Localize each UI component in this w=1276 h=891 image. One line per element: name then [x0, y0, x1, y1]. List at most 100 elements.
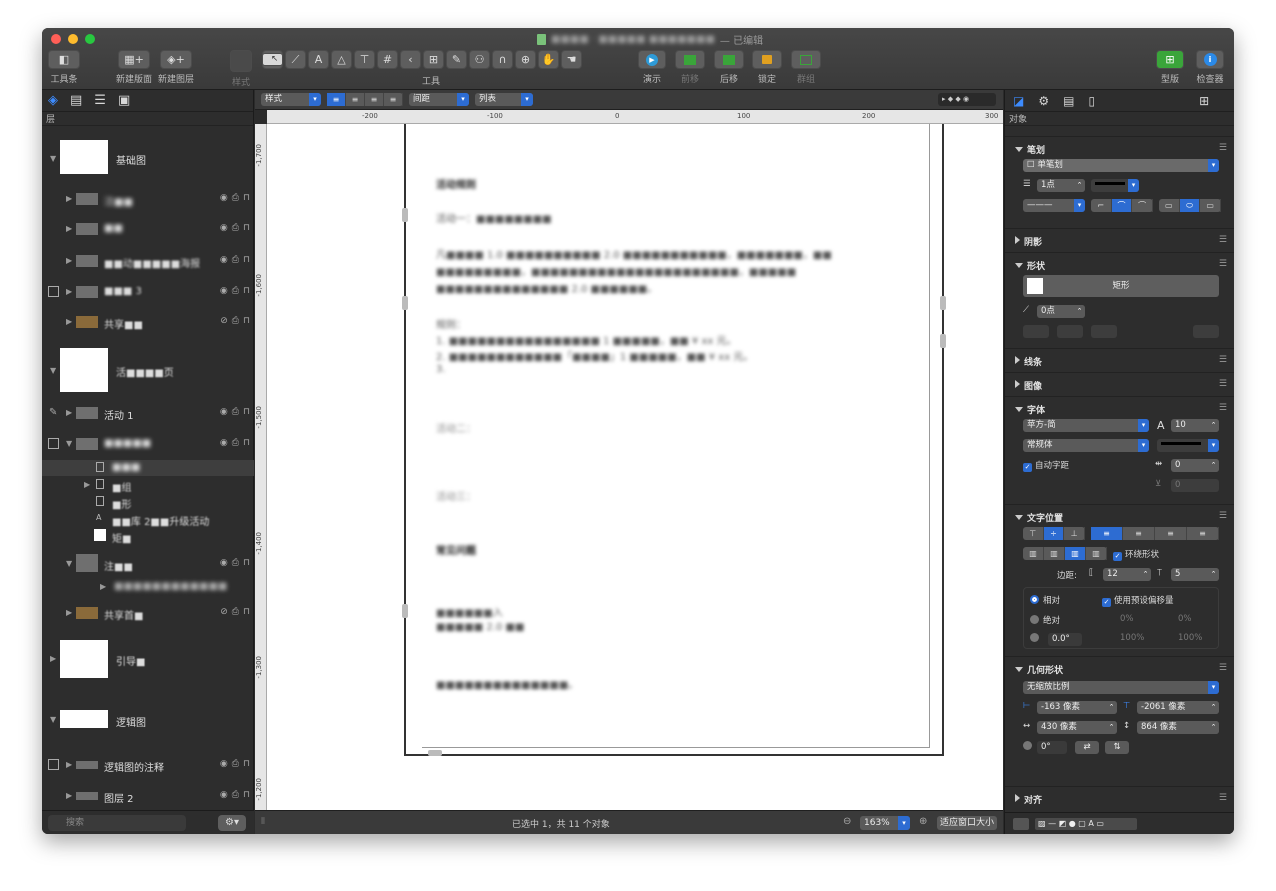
disclosure-icon[interactable]: ▶: [100, 582, 106, 591]
print-icon[interactable]: ⎙: [232, 255, 239, 265]
menu-icon[interactable]: ☰: [1219, 259, 1227, 269]
print-icon[interactable]: ⎙: [232, 316, 239, 326]
disclosure-icon[interactable]: ▶: [66, 760, 72, 769]
print-icon[interactable]: ⎙: [232, 438, 239, 448]
cap-butt-icon[interactable]: ▭: [1159, 199, 1180, 212]
section-title[interactable]: 对齐: [1015, 793, 1042, 806]
section-title[interactable]: 笔划: [1015, 143, 1045, 156]
disclosure-icon[interactable]: ▼: [50, 715, 56, 724]
visibility-icon[interactable]: ◉: [220, 438, 228, 448]
lock-button[interactable]: 锁定: [752, 50, 782, 85]
section-title[interactable]: 字体: [1015, 403, 1045, 416]
menu-icon[interactable]: ☰: [1219, 143, 1227, 153]
disclosure-icon[interactable]: ▶: [66, 256, 72, 265]
layer-row[interactable]: ▶ 共享首■ ⊘ ⎙ ⊓: [42, 602, 254, 624]
width-field[interactable]: 430 像素 ⌃: [1037, 721, 1117, 734]
layer-row[interactable]: ✎ ▶ 活动 1 ◉ ⎙ ⊓: [42, 402, 254, 424]
cap-square-icon[interactable]: ▭: [1200, 199, 1222, 212]
shape-op-button[interactable]: [1057, 325, 1083, 338]
shape-op-button[interactable]: [1023, 325, 1049, 338]
group-button[interactable]: 群组: [791, 50, 821, 85]
x-position-field[interactable]: -163 像素 ⌃: [1037, 701, 1117, 714]
print-icon[interactable]: ⎙: [232, 193, 239, 203]
stepper-icon[interactable]: ⌃: [1106, 721, 1117, 734]
lock-icon[interactable]: ⊓: [243, 558, 250, 568]
connect-icon[interactable]: ⚇: [469, 50, 490, 69]
outline-tab-icon[interactable]: ☰: [94, 93, 106, 108]
relative-radio[interactable]: 相对: [1030, 594, 1060, 606]
font-size-field[interactable]: 10 ⌃: [1171, 419, 1219, 432]
rotation-field[interactable]: 0°: [1037, 741, 1067, 754]
text-placement-segment[interactable]: ▥ ▥ ▥ ▥: [1023, 547, 1107, 560]
font-family-select[interactable]: 苹方-简 ▾: [1023, 419, 1149, 432]
disclosure-icon[interactable]: ▶: [66, 194, 72, 203]
margin-left-field[interactable]: 12 ⌃: [1103, 568, 1151, 581]
disclosure-icon[interactable]: ▼: [50, 366, 56, 375]
inspector-button[interactable]: i 检查器: [1196, 50, 1224, 85]
print-icon[interactable]: ⎙: [232, 607, 239, 617]
disclosure-icon[interactable]: ▶: [84, 480, 90, 489]
margin-top-field[interactable]: 5 ⌃: [1171, 568, 1219, 581]
height-field[interactable]: 864 像素 ⌃: [1137, 721, 1219, 734]
canvases-tab-icon[interactable]: ▤: [70, 93, 82, 108]
menu-icon[interactable]: ☰: [1219, 793, 1227, 803]
shape-op-button[interactable]: [1193, 325, 1219, 338]
lock-icon[interactable]: ⊓: [243, 223, 250, 233]
align-left-icon[interactable]: ≡: [327, 93, 346, 106]
stroke-type-select[interactable]: ☐ 单笔划 ▾: [1023, 159, 1219, 172]
font-weight-select[interactable]: 常规体 ▾: [1023, 439, 1149, 452]
selected-rectangle[interactable]: 活动规则 活动一：■■■■■■■■ 凡■■■■ 1.0 ■■■■■■■■■■ 2…: [402, 124, 946, 756]
new-layer-button[interactable]: ◈+ 新建图层: [158, 50, 194, 85]
layer-row[interactable]: ▶ 图层 2 ◉ ⎙ ⊓: [42, 785, 254, 807]
section-title[interactable]: 线条: [1015, 355, 1042, 368]
placement-icon[interactable]: ▥: [1023, 547, 1044, 560]
document-tab-icon[interactable]: ▯: [1088, 94, 1095, 108]
visibility-icon[interactable]: ◉: [220, 255, 228, 265]
pen-icon[interactable]: △: [331, 50, 352, 69]
lock-icon[interactable]: ⊓: [243, 316, 250, 326]
visibility-icon[interactable]: ◉: [220, 223, 228, 233]
split-handle-icon[interactable]: ⦀: [261, 817, 265, 827]
zoom-in-icon[interactable]: ⊕: [919, 816, 927, 827]
corner-radius-field[interactable]: 0点 ⌃: [1037, 305, 1085, 318]
placement-icon[interactable]: ▥: [1086, 547, 1107, 560]
disclosure-icon[interactable]: ▶: [50, 654, 56, 663]
corner-style-segment[interactable]: ⌐ ⌒ ⌒: [1091, 199, 1154, 212]
fit-window-button[interactable]: 适应窗口大小: [937, 816, 997, 830]
text-icon[interactable]: A: [308, 50, 329, 69]
flip-horizontal-icon[interactable]: ⇄: [1075, 741, 1099, 754]
layer-row[interactable]: ▶ 共享■■ ⊘ ⎙ ⊓: [42, 311, 254, 333]
rotation-knob[interactable]: [1023, 741, 1036, 752]
diagram-icon[interactable]: ⊤: [354, 50, 375, 69]
layer-row[interactable]: ▼ ■■■■■ ◉ ⎙ ⊓: [42, 433, 254, 455]
stepper-icon[interactable]: ⌃: [1208, 568, 1219, 581]
stepper-icon[interactable]: ⌃: [1106, 701, 1117, 714]
horizontal-align-segment[interactable]: ≡ ≡ ≡ ≡: [1091, 527, 1219, 540]
brush-icon[interactable]: ✎: [446, 50, 467, 69]
properties-tab-icon[interactable]: ⚙: [1038, 94, 1049, 108]
placement-icon[interactable]: ▥: [1065, 547, 1086, 560]
object-row[interactable]: 矩■: [42, 528, 254, 545]
object-row[interactable]: ▶ ■■■■■■■■■■■■: [42, 579, 254, 595]
align-right-icon[interactable]: ≡: [365, 93, 384, 106]
hierarchy-icon[interactable]: ⊞: [423, 50, 444, 69]
canvas-row[interactable]: ▶ 引导■: [42, 638, 254, 680]
disclosure-icon[interactable]: ▶: [66, 287, 72, 296]
menu-icon[interactable]: ☰: [1219, 235, 1227, 245]
hidden-icon[interactable]: ⊘: [220, 316, 228, 326]
scale-ratio-select[interactable]: 无缩放比例 ▾: [1023, 681, 1219, 694]
resize-handle[interactable]: [402, 604, 408, 618]
visibility-icon[interactable]: ◉: [220, 407, 228, 417]
resize-handle[interactable]: [940, 334, 946, 348]
cap-round-icon[interactable]: ⬭: [1179, 199, 1201, 212]
vertical-align-segment[interactable]: ⊤ ÷ ⊥: [1023, 527, 1086, 540]
gear-icon[interactable]: ⚙▾: [218, 815, 246, 831]
canvas-row[interactable]: ▼ 逻辑图: [42, 708, 254, 732]
magnify-icon[interactable]: ⊕: [515, 50, 536, 69]
pointer-icon[interactable]: ↖: [262, 53, 283, 66]
corner-bevel-icon[interactable]: ⌒: [1132, 199, 1154, 212]
section-title[interactable]: 文字位置: [1015, 511, 1063, 524]
disclosure-icon[interactable]: ▶: [66, 224, 72, 233]
visibility-icon[interactable]: ◉: [220, 759, 228, 769]
print-icon[interactable]: ⎙: [232, 223, 239, 233]
